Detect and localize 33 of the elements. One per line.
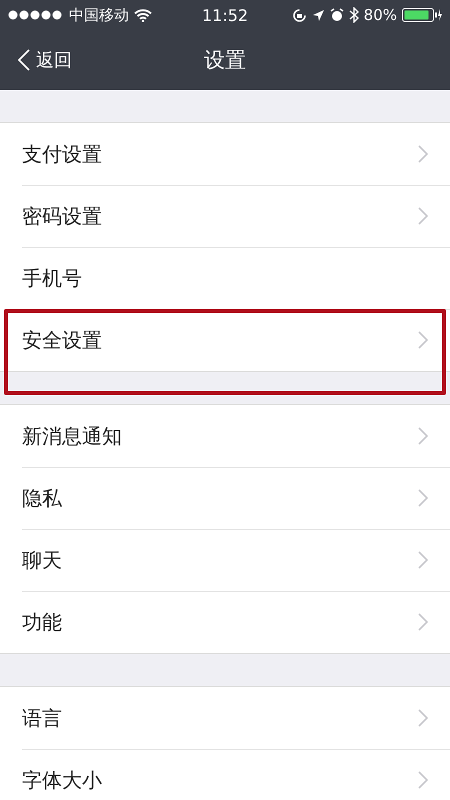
row-label: 功能 (22, 608, 63, 636)
carrier-name: 中国移动 (69, 6, 129, 24)
settings-row[interactable]: 语言 (0, 687, 450, 749)
row-label: 字体大小 (22, 766, 103, 794)
row-label: 隐私 (22, 484, 63, 512)
row-label: 支付设置 (22, 140, 103, 168)
settings-row[interactable]: 新消息通知 (0, 405, 450, 467)
settings-row[interactable]: 安全设置 (0, 309, 450, 371)
wifi-icon (134, 8, 152, 22)
settings-row[interactable]: 隐私 (0, 467, 450, 529)
row-label: 聊天 (22, 546, 63, 574)
battery-icon (402, 7, 442, 23)
bluetooth-icon (348, 7, 359, 23)
row-label: 密码设置 (22, 202, 103, 230)
row-label: 手机号 (22, 264, 83, 292)
row-label: 语言 (22, 704, 63, 732)
alarm-icon (330, 8, 344, 22)
back-button[interactable]: 返回 (18, 30, 72, 90)
settings-row[interactable]: 字体大小 (0, 749, 450, 800)
chevron-left-icon (18, 49, 30, 71)
battery-percent: 80% (364, 6, 398, 24)
settings-row[interactable]: 支付设置 (0, 123, 450, 185)
settings-row[interactable]: 功能 (0, 591, 450, 653)
rotation-lock-icon (292, 8, 307, 22)
row-label: 新消息通知 (22, 422, 123, 450)
row-label: 安全设置 (22, 326, 103, 354)
page-title: 设置 (204, 47, 246, 74)
settings-row[interactable]: 聊天 (0, 529, 450, 591)
location-icon (312, 8, 325, 22)
settings-row[interactable]: 密码设置 (0, 185, 450, 247)
signal-icon (8, 10, 64, 20)
status-time: 11:52 (202, 6, 248, 24)
settings-row[interactable]: 手机号 (0, 247, 450, 309)
